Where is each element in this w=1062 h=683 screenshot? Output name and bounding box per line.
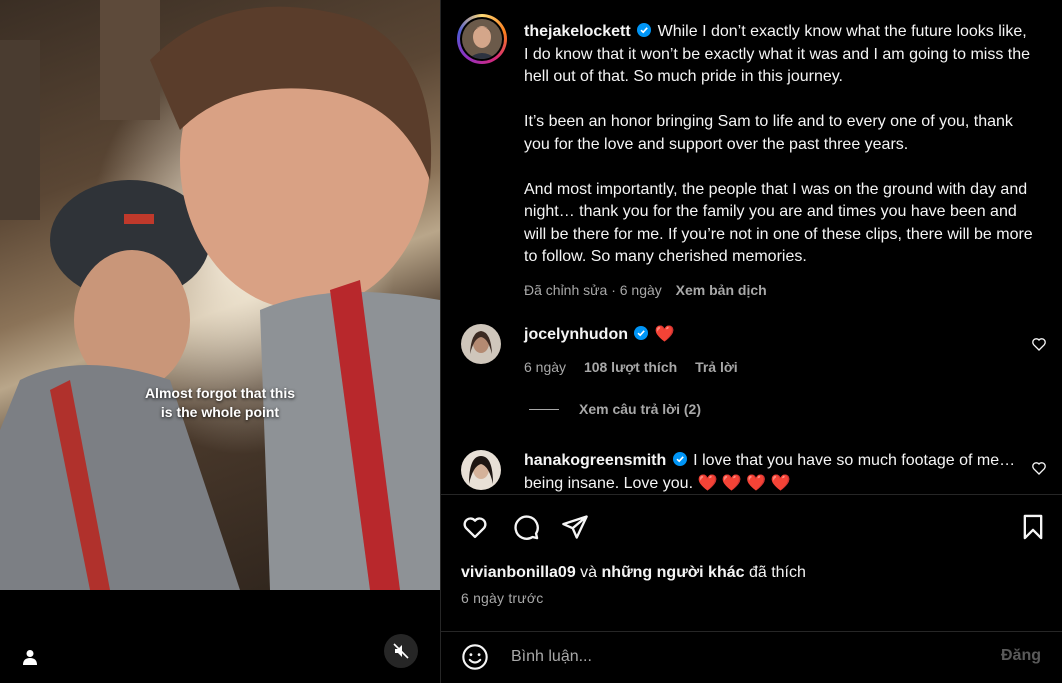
video-caption-line-2: is the whole point bbox=[160, 404, 280, 420]
verified-badge-icon bbox=[634, 326, 649, 340]
liked-by-user[interactable]: vivianbonilla09 bbox=[461, 564, 576, 581]
commenter-avatar[interactable] bbox=[461, 450, 501, 490]
action-bar bbox=[441, 510, 1062, 544]
comment-text-line: jocelynhudon ❤️ bbox=[524, 324, 1024, 347]
author-username[interactable]: thejakelockett bbox=[524, 23, 631, 40]
paper-plane-icon bbox=[562, 515, 588, 539]
liked-by-connector: và bbox=[575, 564, 602, 581]
divider bbox=[441, 494, 1062, 495]
comment-meta: 6 ngày 108 lượt thích Trả lời bbox=[524, 359, 752, 375]
post-caption: thejakelockett While I don’t exactly kno… bbox=[524, 21, 1034, 302]
like-button[interactable] bbox=[458, 510, 492, 544]
video-frame[interactable]: Almost forgot that this is the whole poi… bbox=[0, 0, 440, 590]
speaker-muted-icon bbox=[393, 643, 409, 659]
comment-text-line: hanakogreensmith I love that you have so… bbox=[524, 450, 1024, 494]
bookmark-icon bbox=[1023, 514, 1043, 540]
post-details-panel: thejakelockett While I don’t exactly kno… bbox=[440, 0, 1062, 683]
liked-by-summary: vivianbonilla09 và những người khác đã t… bbox=[461, 564, 806, 582]
video-caption: Almost forgot that this is the whole poi… bbox=[128, 384, 312, 422]
comment-button[interactable] bbox=[509, 510, 543, 544]
comment-like-heart-icon[interactable] bbox=[1031, 336, 1047, 352]
comment-input[interactable] bbox=[511, 643, 981, 671]
commenter-username[interactable]: jocelynhudon bbox=[524, 326, 628, 343]
emoji-smiley-icon bbox=[462, 644, 488, 670]
reply-button[interactable]: Trả lời bbox=[695, 359, 738, 375]
commenter-avatar[interactable] bbox=[461, 324, 501, 364]
author-avatar[interactable] bbox=[457, 14, 507, 64]
commenter-username[interactable]: hanakogreensmith bbox=[524, 452, 666, 469]
liked-by-suffix: đã thích bbox=[744, 564, 806, 581]
post-timestamp[interactable]: 6 ngày trước bbox=[461, 590, 543, 606]
comment-like-heart-icon[interactable] bbox=[1031, 460, 1047, 476]
comment-composer: Đăng bbox=[441, 631, 1062, 683]
comments-scroll-area[interactable]: thejakelockett While I don’t exactly kno… bbox=[441, 0, 1062, 494]
translate-link[interactable]: Xem bản dịch bbox=[676, 282, 767, 298]
author-avatar-image bbox=[462, 19, 502, 59]
caption-paragraph-2: It’s been an honor bringing Sam to life … bbox=[524, 113, 1013, 153]
liked-by-others-link[interactable]: những người khác bbox=[602, 564, 745, 581]
post-comment-button[interactable]: Đăng bbox=[1001, 647, 1041, 665]
media-pane: Almost forgot that this is the whole poi… bbox=[0, 0, 440, 683]
caption-meta: Đã chỉnh sửa · 6 ngày Xem bản dịch bbox=[524, 279, 1034, 302]
comment-bubble-icon bbox=[514, 515, 539, 540]
user-tag-button[interactable] bbox=[16, 643, 44, 671]
user-tag-icon bbox=[23, 650, 37, 665]
video-caption-line-1: Almost forgot that this bbox=[144, 385, 296, 401]
share-button[interactable] bbox=[558, 510, 592, 544]
view-replies-button[interactable]: Xem câu trả lời (2) bbox=[529, 401, 701, 417]
comment-likes[interactable]: 108 lượt thích bbox=[584, 359, 677, 375]
edited-timestamp: Đã chỉnh sửa · 6 ngày bbox=[524, 282, 662, 298]
emoji-picker-button[interactable] bbox=[459, 641, 491, 673]
verified-badge-icon bbox=[637, 23, 652, 37]
heart-icon bbox=[463, 517, 487, 539]
verified-badge-icon bbox=[672, 452, 687, 466]
save-button[interactable] bbox=[1016, 510, 1050, 544]
comment-age: 6 ngày bbox=[524, 359, 567, 375]
comment-text: ❤️ bbox=[654, 326, 675, 343]
video-still-illustration bbox=[0, 0, 440, 590]
view-replies-label: Xem câu trả lời (2) bbox=[579, 401, 701, 417]
mute-toggle-button[interactable] bbox=[384, 634, 418, 668]
caption-paragraph-3: And most importantly, the people that I … bbox=[524, 180, 1033, 266]
